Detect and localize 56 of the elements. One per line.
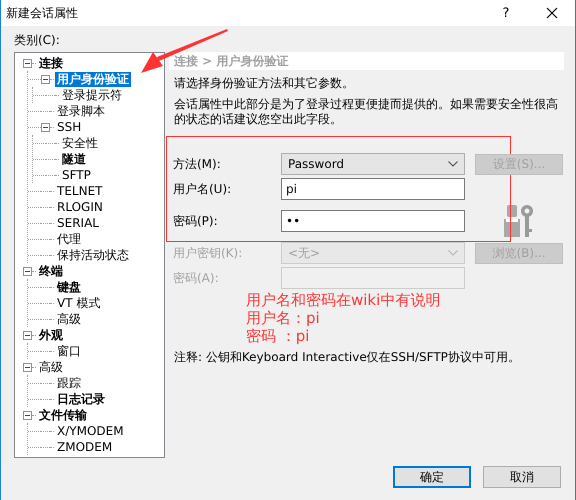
tree-item[interactable]: 窗口 — [55, 344, 83, 358]
collapse-icon[interactable] — [41, 122, 50, 132]
tree-item[interactable]: 用户身份验证 — [55, 72, 131, 86]
tree-item[interactable]: SERIAL — [55, 216, 101, 230]
tree-item[interactable]: 隧道 — [60, 152, 88, 166]
tree-item[interactable]: 代理 — [55, 232, 83, 246]
field-label: 密码(P): — [173, 212, 218, 230]
tree-item[interactable]: 跟踪 — [55, 376, 83, 390]
help-button[interactable]: ? — [483, 0, 529, 26]
note-text: 注释: 公钥和Keyboard Interactive仅在SSH/SFTP协议中可用。 — [174, 349, 521, 366]
chevron-icon — [448, 250, 458, 256]
description-text: 会话属性中此部分是为了登录过程更便捷而提供的。如果需要安全性很高的状态的话建议您空出此字段。 — [174, 97, 559, 127]
close-icon — [546, 7, 558, 19]
annotation-text: 用户名和密码在wiki中有说明 — [246, 291, 440, 309]
tree-item[interactable]: 外观 — [37, 328, 65, 342]
tree-item[interactable]: 日志记录 — [55, 392, 107, 406]
input-field[interactable]: •• — [281, 210, 465, 232]
tree-item[interactable]: 登录提示符 — [60, 88, 124, 102]
chevron-icon — [448, 161, 458, 167]
tree-item[interactable]: RLOGIN — [55, 200, 105, 214]
tree-item[interactable]: SFTP — [60, 168, 93, 182]
breadcrumb: 连接 > 用户身份验证 — [169, 52, 564, 70]
field-label: 方法(M): — [173, 156, 221, 172]
tree-item[interactable]: 登录脚本 — [55, 104, 107, 118]
tree-item[interactable]: 高级 — [37, 360, 65, 374]
window-title: 新建会话属性 — [6, 4, 79, 22]
tree-item[interactable]: 安全性 — [60, 136, 100, 150]
tree-item[interactable]: ZMODEM — [55, 440, 114, 454]
tree-item[interactable]: TELNET — [55, 184, 104, 198]
tree-item[interactable]: 保持活动状态 — [55, 248, 131, 262]
annotation-text: 用户名：pi — [246, 309, 320, 327]
field-label: 密码(A): — [173, 270, 219, 286]
tree-item[interactable]: 键盘 — [55, 280, 83, 294]
dialog-button[interactable]: 取消 — [483, 466, 561, 488]
field-label: 用户名(U): — [173, 180, 232, 198]
collapse-icon[interactable] — [23, 266, 32, 276]
tree-item[interactable]: 连接 — [37, 56, 65, 70]
dropdown[interactable]: Password — [281, 153, 465, 175]
collapse-icon[interactable] — [23, 330, 32, 340]
tree-item[interactable]: 文件传输 — [37, 408, 89, 422]
collapse-icon[interactable] — [23, 362, 32, 372]
tree-item[interactable]: X/YMODEM — [55, 424, 126, 438]
category-label: 类别(C): — [14, 32, 61, 49]
input-field[interactable]: pi — [281, 178, 465, 200]
annotation-text: 密码 ：pi — [246, 327, 310, 345]
collapse-icon[interactable] — [41, 74, 50, 84]
tree-item[interactable]: 高级 — [55, 312, 83, 326]
description-text: 请选择身份验证方法和其它参数。 — [174, 76, 355, 91]
tree-item[interactable]: VT 模式 — [55, 296, 102, 310]
field-label: 用户密钥(K): — [173, 244, 242, 262]
dialog-button[interactable]: 确定 — [393, 466, 471, 488]
tree-item[interactable]: SSH — [55, 120, 84, 134]
collapse-icon[interactable] — [23, 410, 32, 420]
tree-item[interactable]: 终端 — [37, 264, 65, 278]
collapse-icon[interactable] — [23, 58, 32, 68]
user-key-icon — [504, 203, 534, 239]
